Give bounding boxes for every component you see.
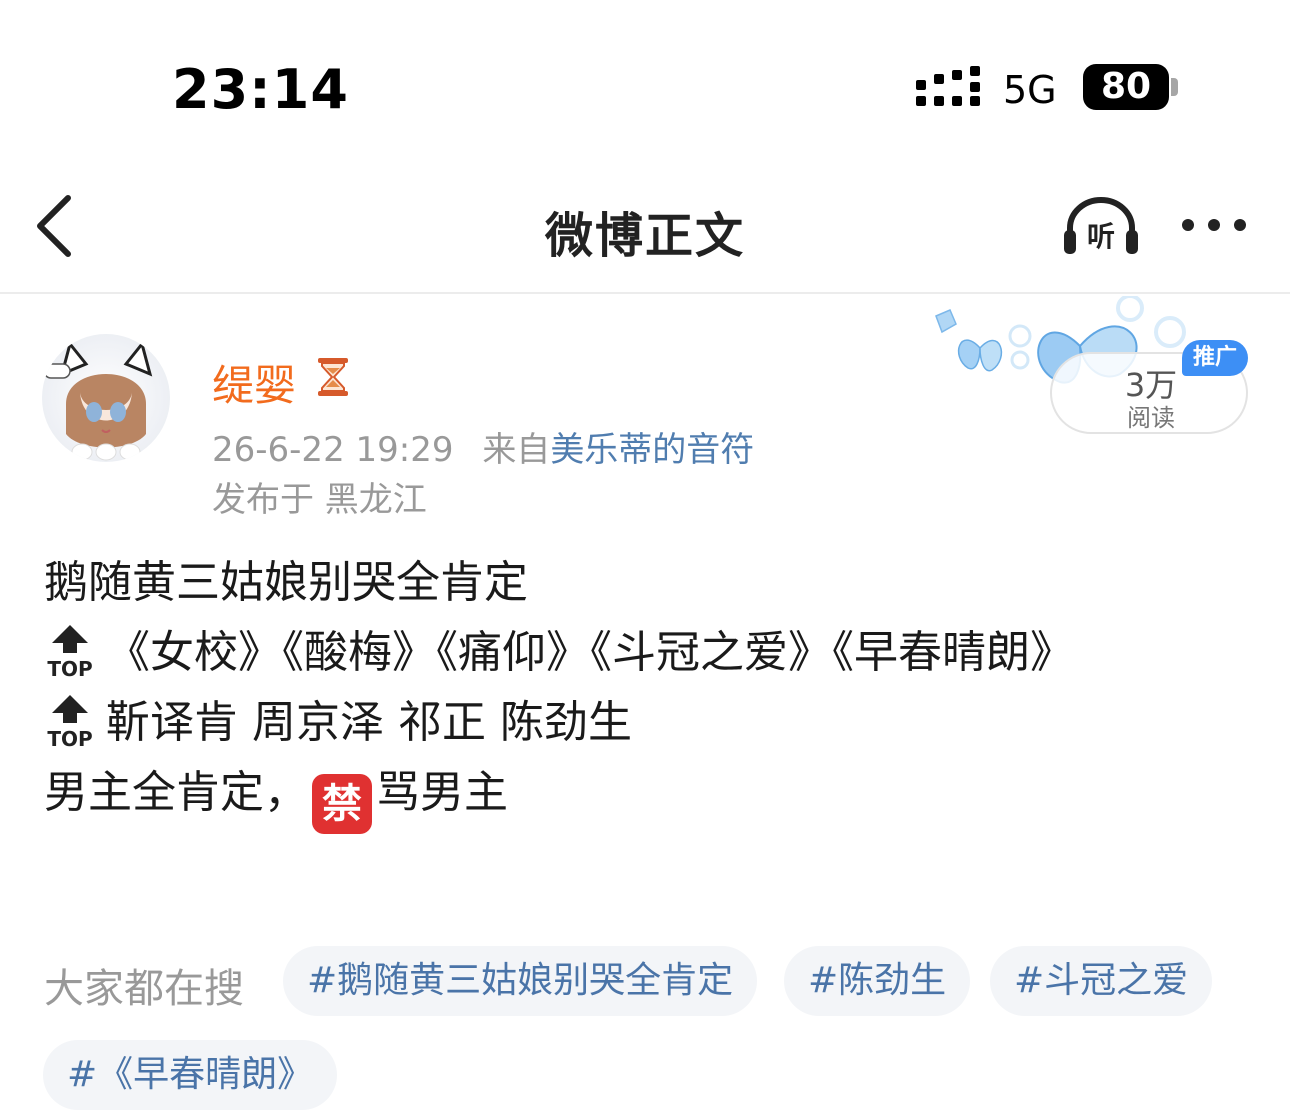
post-line: TOP 靳译肯 周京泽 祁正 陈劲生 [44, 688, 1254, 758]
post-source-link[interactable]: 美乐蒂的音符 [550, 430, 754, 470]
post-meta: 26-6-22 19:29 来自美乐蒂的音符 [212, 422, 754, 471]
trending-label: 大家都在搜 [44, 966, 244, 1012]
battery-indicator: 80 [1083, 64, 1169, 110]
top-arrow-icon: TOP [47, 695, 93, 749]
ellipsis-icon[interactable] [1178, 210, 1250, 240]
author-name[interactable]: 缇婴 [212, 352, 296, 413]
post-body: 鹅随黄三姑娘别哭全肯定 TOP 《女校》《酸梅》《痛仰》《斗冠之爱》《早春晴朗》… [44, 548, 1254, 834]
battery-tip [1171, 78, 1178, 96]
top-arrow-icon: TOP [47, 625, 93, 679]
listen-label: 听 [1087, 220, 1115, 253]
post-line: 鹅随黄三姑娘别哭全肯定 [44, 557, 528, 608]
status-bar: 23:14 5G 80 [0, 0, 1290, 150]
trending-chip[interactable]: #陈劲生 [784, 946, 971, 1016]
post-line-text: 男主全肯定， [44, 767, 308, 818]
trending-chip[interactable]: #斗冠之爱 [990, 946, 1213, 1016]
post-line: TOP 《女校》《酸梅》《痛仰》《斗冠之爱》《早春晴朗》 [44, 618, 1254, 688]
top-icon-label: TOP [47, 727, 92, 749]
status-time: 23:14 [172, 58, 349, 121]
signal-icon [916, 66, 980, 106]
network-type: 5G [1003, 68, 1057, 112]
post-line-text: 骂男主 [376, 767, 508, 818]
avatar-image [42, 334, 170, 462]
avatar[interactable] [42, 334, 170, 462]
hourglass-icon [318, 358, 348, 396]
source-prefix: 来自 [482, 430, 551, 470]
post-line-text: 靳译肯 周京泽 祁正 陈劲生 [106, 697, 632, 748]
listen-button[interactable]: 听 [1062, 196, 1140, 256]
post-timestamp: 26-6-22 19:29 [212, 430, 454, 470]
prohibited-icon: 禁 [312, 774, 372, 834]
post-line: 男主全肯定，禁骂男主 [44, 758, 1254, 834]
trending-chip[interactable]: #鹅随黄三姑娘别哭全肯定 [283, 946, 758, 1016]
nav-bar: 微博正文 听 [0, 150, 1290, 294]
read-label: 阅读 [1127, 404, 1175, 432]
promo-badge: 推广 [1182, 340, 1248, 376]
post-location: 发布于 黑龙江 [212, 480, 427, 520]
headphones-icon: 听 [1064, 197, 1138, 254]
post-line-text: 《女校》《酸梅》《痛仰》《斗冠之爱》《早春晴朗》 [106, 627, 1074, 678]
trending-chip[interactable]: #《早春晴朗》 [43, 1040, 338, 1110]
top-icon-label: TOP [47, 657, 92, 679]
